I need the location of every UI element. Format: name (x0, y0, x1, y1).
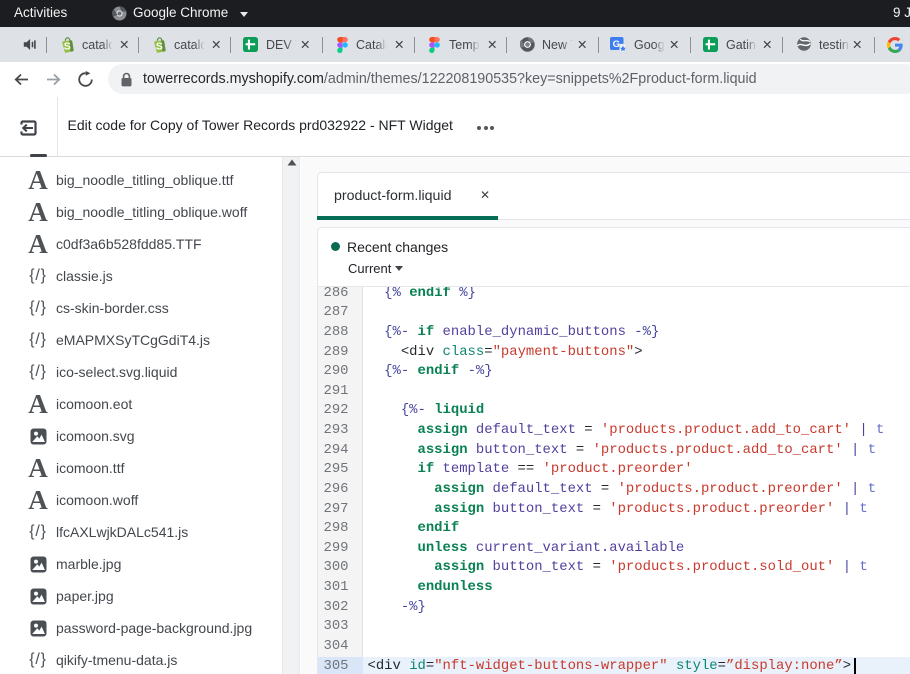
svg-text:G: G (613, 39, 620, 50)
svg-text:S: S (64, 41, 71, 53)
svg-text:S: S (156, 41, 163, 53)
